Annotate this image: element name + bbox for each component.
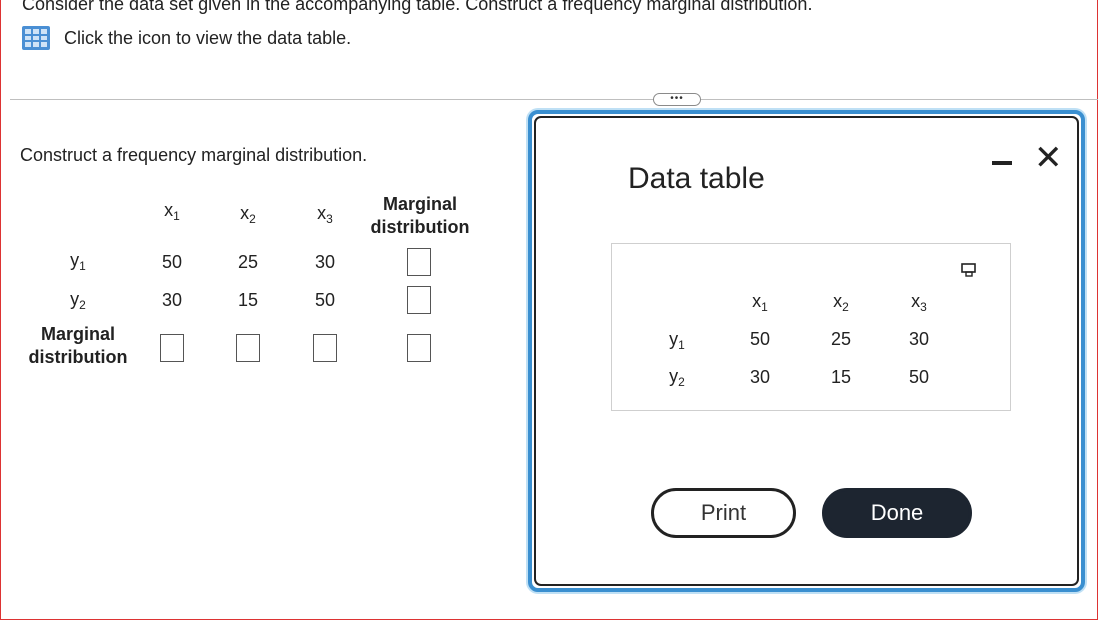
- table-cell: 50: [908, 367, 930, 387]
- table-cell: 50: [749, 329, 771, 349]
- table-cell: 50: [161, 252, 183, 272]
- table-cell: 30: [749, 367, 771, 387]
- table-cell: 50: [314, 290, 336, 310]
- table-grid-icon[interactable]: [22, 26, 50, 50]
- table-cell: 30: [161, 290, 183, 310]
- data-table: x1 x2 x3 y1 50 25 30 y2 30 15 50: [611, 243, 1011, 411]
- row-header-y1: y1: [669, 329, 685, 352]
- col-header-x1: x1: [164, 200, 180, 223]
- view-data-table-label[interactable]: Click the icon to view the data table.: [64, 28, 351, 49]
- table-cell: 25: [830, 329, 852, 349]
- marginal-total-input[interactable]: [407, 334, 431, 362]
- marginal-y1-input[interactable]: [407, 248, 431, 276]
- table-cell: 15: [830, 367, 852, 387]
- col-header-x2: x2: [240, 203, 256, 226]
- marginal-x3-input[interactable]: [313, 334, 337, 362]
- expand-button[interactable]: •••: [653, 93, 701, 106]
- col-header-x2: x2: [833, 291, 849, 314]
- col-header-x3: x3: [317, 203, 333, 226]
- row-header-y1: y1: [70, 250, 86, 273]
- data-table-dialog: Data table ✕ x1 x2 x3 y1 50 25 30 y2 30 …: [528, 110, 1085, 592]
- table-cell: 25: [237, 252, 259, 272]
- print-button[interactable]: Print: [651, 488, 796, 538]
- question-prompt: Construct a frequency marginal distribut…: [20, 145, 368, 165]
- view-data-table-link[interactable]: Click the icon to view the data table.: [22, 26, 351, 50]
- copy-icon[interactable]: [961, 263, 977, 277]
- close-icon[interactable]: ✕: [1034, 140, 1063, 176]
- row-header-marginal: Marginal distribution: [28, 324, 128, 367]
- row-header-y2: y2: [669, 366, 685, 389]
- row-header-y2: y2: [70, 289, 86, 312]
- dialog-inner: Data table ✕ x1 x2 x3 y1 50 25 30 y2 30 …: [534, 116, 1079, 586]
- col-header-x3: x3: [911, 291, 927, 314]
- marginal-x2-input[interactable]: [236, 334, 260, 362]
- col-header-x1: x1: [752, 291, 768, 314]
- dialog-title: Data table: [628, 162, 765, 195]
- instruction-text: Consider the data set given in the accom…: [22, 0, 813, 14]
- table-cell: 30: [314, 252, 336, 272]
- table-cell: 15: [237, 290, 259, 310]
- minimize-icon[interactable]: [992, 153, 1012, 169]
- divider: [10, 99, 1098, 100]
- col-header-marginal: Marginal distribution: [370, 194, 470, 237]
- table-cell: 30: [908, 329, 930, 349]
- marginal-x1-input[interactable]: [160, 334, 184, 362]
- done-button[interactable]: Done: [822, 488, 972, 538]
- marginal-y2-input[interactable]: [407, 286, 431, 314]
